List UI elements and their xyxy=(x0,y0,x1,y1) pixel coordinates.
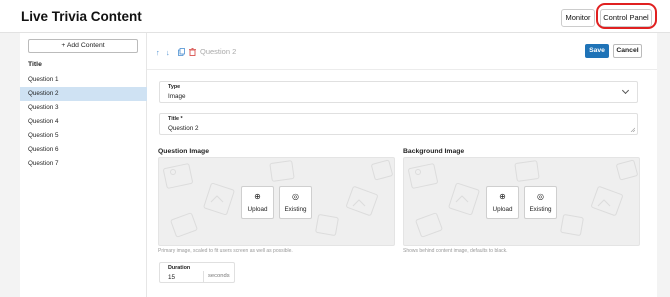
upload-label: Upload xyxy=(247,206,268,213)
sidebar-item-question-4[interactable]: Question 4 xyxy=(20,115,147,129)
type-value: Image xyxy=(168,93,186,100)
upload-icon: ⊕ xyxy=(254,192,261,201)
save-button[interactable]: Save xyxy=(585,44,609,58)
page-title: Live Trivia Content xyxy=(21,9,142,24)
placeholder-art xyxy=(163,159,393,238)
sidebar-item-question-7[interactable]: Question 7 xyxy=(20,157,147,171)
placeholder-art xyxy=(408,159,638,238)
upload-icon: ⊕ xyxy=(499,192,506,201)
existing-label: Existing xyxy=(529,206,552,213)
control-panel-button[interactable]: Control Panel xyxy=(600,9,652,27)
gallery-icon: ◎ xyxy=(292,192,299,201)
arrow-down-icon[interactable]: ↓ xyxy=(166,48,170,57)
title-value: Question 2 xyxy=(168,125,199,132)
chevron-down-icon xyxy=(621,86,630,95)
background-image-helper: Shows behind content image, defaults to … xyxy=(403,248,508,254)
list-header-title: Title xyxy=(28,61,42,68)
cancel-button[interactable]: Cancel xyxy=(613,44,642,58)
question-image-helper: Primary image, scaled to fit users scree… xyxy=(158,248,293,254)
title-field[interactable]: Title * Question 2 xyxy=(159,113,638,135)
background-image-label: Background Image xyxy=(403,148,465,155)
content-sidebar: + Add Content Title Question 1 Question … xyxy=(20,33,147,297)
divider xyxy=(147,69,657,70)
existing-button[interactable]: ◎ Existing xyxy=(279,186,312,219)
question-image-label: Question Image xyxy=(158,148,209,155)
upload-label: Upload xyxy=(492,206,513,213)
upload-button[interactable]: ⊕ Upload xyxy=(486,186,519,219)
duration-field[interactable]: Duration 15 seconds xyxy=(159,262,235,283)
copy-icon[interactable] xyxy=(178,48,185,56)
upload-button[interactable]: ⊕ Upload xyxy=(241,186,274,219)
duration-label: Duration xyxy=(168,265,191,271)
add-content-button[interactable]: + Add Content xyxy=(28,39,138,53)
content-list: Question 1 Question 2 Question 3 Questio… xyxy=(20,73,147,171)
title-label: Title * xyxy=(168,116,183,122)
existing-button[interactable]: ◎ Existing xyxy=(524,186,557,219)
gallery-icon: ◎ xyxy=(537,192,544,201)
editor-panel: ↑ ↓ Question 2 Save Cancel Type Image Ti… xyxy=(147,33,657,297)
monitor-button[interactable]: Monitor xyxy=(561,9,595,27)
editing-title: Question 2 xyxy=(200,47,237,56)
resize-handle-icon[interactable] xyxy=(630,127,635,132)
duration-value: 15 xyxy=(168,274,176,281)
question-image-dropzone[interactable]: ⊕ Upload ◎ Existing xyxy=(158,157,395,246)
sidebar-item-question-5[interactable]: Question 5 xyxy=(20,129,147,143)
sidebar-item-question-6[interactable]: Question 6 xyxy=(20,143,147,157)
sidebar-item-question-1[interactable]: Question 1 xyxy=(20,73,147,87)
type-select[interactable]: Type Image xyxy=(159,81,638,103)
sidebar-item-question-2[interactable]: Question 2 xyxy=(20,87,147,101)
arrow-up-icon[interactable]: ↑ xyxy=(156,48,160,57)
sidebar-item-question-3[interactable]: Question 3 xyxy=(20,101,147,115)
top-bar: Live Trivia Content Monitor Control Pane… xyxy=(0,0,670,33)
divider xyxy=(203,271,204,283)
existing-label: Existing xyxy=(284,206,307,213)
duration-unit: seconds xyxy=(208,273,230,279)
background-image-dropzone[interactable]: ⊕ Upload ◎ Existing xyxy=(403,157,640,246)
type-label: Type xyxy=(168,84,181,90)
trash-icon[interactable] xyxy=(189,48,196,58)
